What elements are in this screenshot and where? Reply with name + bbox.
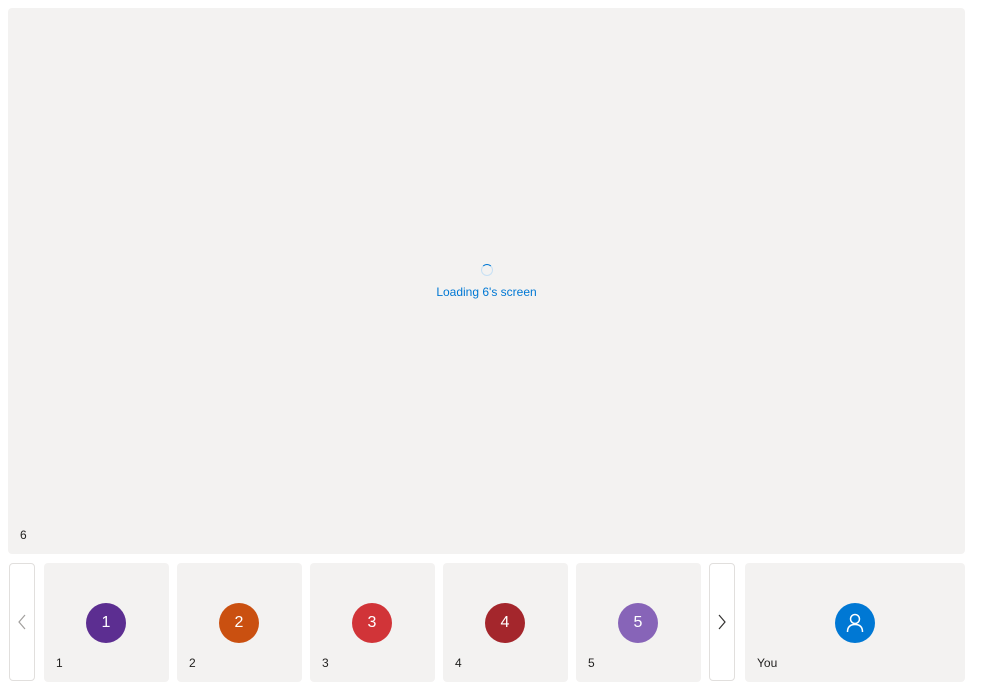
avatar: 4 bbox=[485, 603, 525, 643]
avatar: 1 bbox=[86, 603, 126, 643]
participant-tile[interactable]: 1 1 bbox=[44, 563, 169, 682]
avatar: 3 bbox=[352, 603, 392, 643]
participant-tile[interactable]: 5 5 bbox=[576, 563, 701, 682]
avatar-initial: 2 bbox=[234, 614, 244, 631]
person-icon bbox=[846, 613, 864, 633]
avatar: 5 bbox=[618, 603, 658, 643]
avatar-initial: 4 bbox=[500, 614, 510, 631]
participant-tile[interactable]: 2 2 bbox=[177, 563, 302, 682]
participant-tile[interactable]: 3 3 bbox=[310, 563, 435, 682]
participant-name: 2 bbox=[189, 656, 196, 670]
participant-name: 5 bbox=[588, 656, 595, 670]
loading-indicator: Loading 6's screen bbox=[8, 264, 965, 299]
avatar: 2 bbox=[219, 603, 259, 643]
previous-page-button[interactable] bbox=[9, 563, 35, 681]
participant-tile[interactable]: 4 4 bbox=[443, 563, 568, 682]
participant-name: 4 bbox=[455, 656, 462, 670]
spinner-icon bbox=[480, 264, 493, 276]
participant-name: 3 bbox=[322, 656, 329, 670]
avatar-initial: 1 bbox=[101, 614, 111, 631]
avatar-initial: 3 bbox=[367, 614, 377, 631]
participant-name: 1 bbox=[56, 656, 63, 670]
chevron-right-icon bbox=[718, 614, 726, 630]
self-tile[interactable]: You bbox=[745, 563, 965, 682]
loading-text: Loading 6's screen bbox=[436, 285, 537, 299]
self-avatar bbox=[835, 603, 875, 643]
next-page-button[interactable] bbox=[709, 563, 735, 681]
self-name: You bbox=[757, 656, 778, 670]
main-video-stage: Loading 6's screen 6 bbox=[8, 8, 965, 554]
stage-participant-name: 6 bbox=[20, 528, 27, 542]
chevron-left-icon bbox=[18, 614, 26, 630]
avatar-initial: 5 bbox=[633, 614, 643, 631]
